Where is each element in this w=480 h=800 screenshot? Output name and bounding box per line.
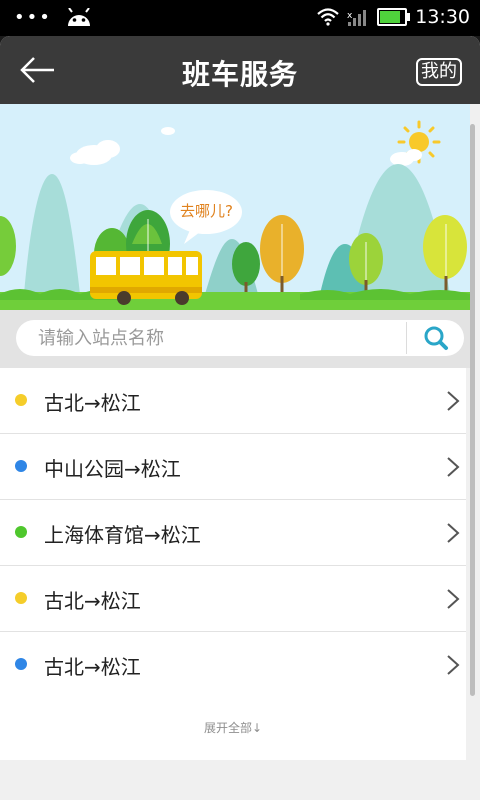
route-dot <box>15 592 27 604</box>
route-item[interactable]: 中山公园→松江 <box>0 434 466 500</box>
page-title: 班车服务 <box>181 58 298 91</box>
route-item[interactable]: 古北→松江 <box>0 566 466 632</box>
station-search-input[interactable] <box>38 320 398 356</box>
route-item[interactable]: 古北→松江 <box>0 632 466 698</box>
route-dot <box>15 658 27 670</box>
svg-text:x: x <box>347 11 353 21</box>
expand-all-button[interactable]: 展开全部↓ <box>0 696 466 760</box>
bus-icon <box>90 251 202 305</box>
route-dot <box>15 460 27 472</box>
signal-icon: x <box>347 10 367 26</box>
chevron-right-icon <box>447 523 460 543</box>
route-label: 中山公园→松江 <box>44 457 181 481</box>
app-screen: 班车服务 我的 去哪儿? 请输入站点名称 古北→松江 中山公园→松江 上海体育馆… <box>0 36 480 800</box>
chevron-right-icon <box>447 589 460 609</box>
status-bar: ••• x 13:30 <box>0 0 480 36</box>
route-item[interactable]: 上海体育馆→松江 <box>0 500 466 566</box>
overflow-dots-icon: ••• <box>14 7 52 28</box>
chevron-right-icon <box>447 391 460 411</box>
route-label: 古北→松江 <box>44 655 141 679</box>
android-icon <box>67 8 90 26</box>
route-label: 古北→松江 <box>44 589 141 613</box>
route-dot <box>15 526 27 538</box>
title-bar: 班车服务 我的 <box>0 36 480 104</box>
mine-button[interactable]: 我的 <box>416 58 462 86</box>
banner-bubble-text: 去哪儿? <box>180 202 233 220</box>
route-dot <box>15 394 27 406</box>
banner-scene-image <box>0 104 470 310</box>
battery-icon <box>377 8 411 26</box>
search-icon <box>424 326 448 350</box>
search-box <box>16 320 464 356</box>
route-list: 古北→松江 中山公园→松江 上海体育馆→松江 古北→松江 古北→松江 <box>0 368 466 698</box>
route-label: 古北→松江 <box>44 391 141 415</box>
search-button[interactable] <box>412 322 462 354</box>
search-divider <box>406 322 407 354</box>
search-area <box>0 310 470 368</box>
chevron-right-icon <box>447 655 460 675</box>
clock: 13:30 <box>415 6 470 28</box>
wifi-icon <box>317 8 339 26</box>
route-label: 上海体育馆→松江 <box>44 523 201 547</box>
banner-illustration: 去哪儿? <box>0 104 470 310</box>
route-item[interactable]: 古北→松江 <box>0 368 466 434</box>
chevron-right-icon <box>447 457 460 477</box>
scrollbar[interactable] <box>470 124 475 696</box>
